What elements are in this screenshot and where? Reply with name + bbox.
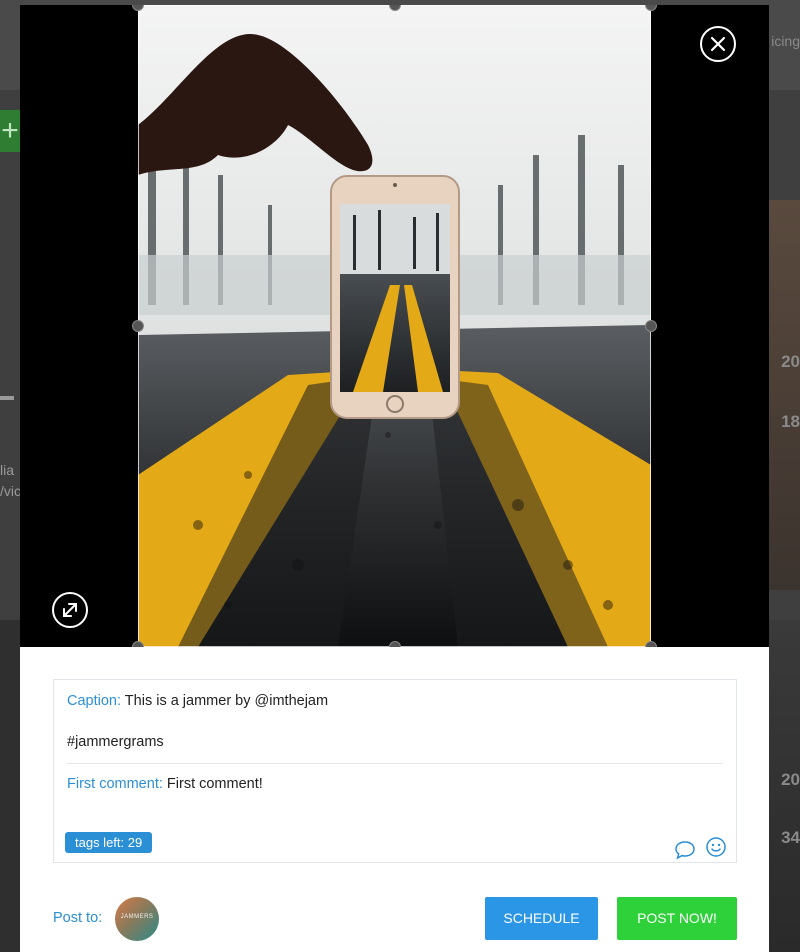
comment-icon xyxy=(675,841,695,860)
background-right-number-4: 34 xyxy=(781,828,800,847)
first-comment-text: First comment! xyxy=(166,776,263,792)
background-nav-text: icing xyxy=(771,33,800,49)
photo-illustration xyxy=(138,5,651,647)
caption-hashtags[interactable]: #jammergrams xyxy=(67,734,164,750)
emoji-button[interactable] xyxy=(705,836,727,858)
caption-divider xyxy=(67,763,723,764)
expand-icon xyxy=(63,603,77,617)
caption-text: This is a jammer by @imthejam xyxy=(124,693,329,709)
caption-line[interactable]: Caption: This is a jammer by @imthejam xyxy=(67,693,328,709)
background-right-number-2: 18 xyxy=(781,412,800,431)
first-comment-label: First comment: xyxy=(67,776,163,792)
image-crop-stage xyxy=(20,5,769,647)
background-left-text-2: /vic xyxy=(0,483,21,499)
background-add-icon: + xyxy=(0,110,20,152)
post-editor-modal: Caption: This is a jammer by @imthejam #… xyxy=(20,5,769,952)
tags-left-badge: tags left: 29 xyxy=(65,832,153,853)
crop-handle-left[interactable] xyxy=(132,320,144,332)
background-dash xyxy=(0,396,14,400)
post-to-label: Post to: xyxy=(53,910,103,926)
close-button[interactable] xyxy=(700,26,736,62)
post-photo xyxy=(138,5,651,647)
emoji-icon xyxy=(706,837,726,857)
first-comment-line[interactable]: First comment: First comment! xyxy=(67,776,263,792)
expand-button[interactable] xyxy=(52,592,88,628)
background-right-number-3: 20 xyxy=(781,770,800,789)
post-now-button[interactable]: POST NOW! xyxy=(617,897,737,940)
background-left-photo xyxy=(0,620,20,952)
account-avatar-text: JAMMERS xyxy=(120,914,154,920)
caption-editor[interactable]: Caption: This is a jammer by @imthejam #… xyxy=(53,679,737,863)
account-avatar[interactable]: JAMMERS xyxy=(115,897,159,941)
schedule-button[interactable]: SCHEDULE xyxy=(485,897,598,940)
comment-button[interactable] xyxy=(674,840,696,860)
background-right-photo-1 xyxy=(769,200,800,590)
close-icon xyxy=(710,36,726,52)
background-left-text-1: lia xyxy=(0,462,15,478)
crop-handle-bottom[interactable] xyxy=(389,641,401,647)
crop-handle-bottom-left[interactable] xyxy=(132,641,144,647)
caption-label: Caption: xyxy=(67,693,122,709)
crop-handle-right[interactable] xyxy=(645,320,657,332)
background-right-number-1: 20 xyxy=(781,352,800,371)
crop-handle-bottom-right[interactable] xyxy=(645,641,657,647)
